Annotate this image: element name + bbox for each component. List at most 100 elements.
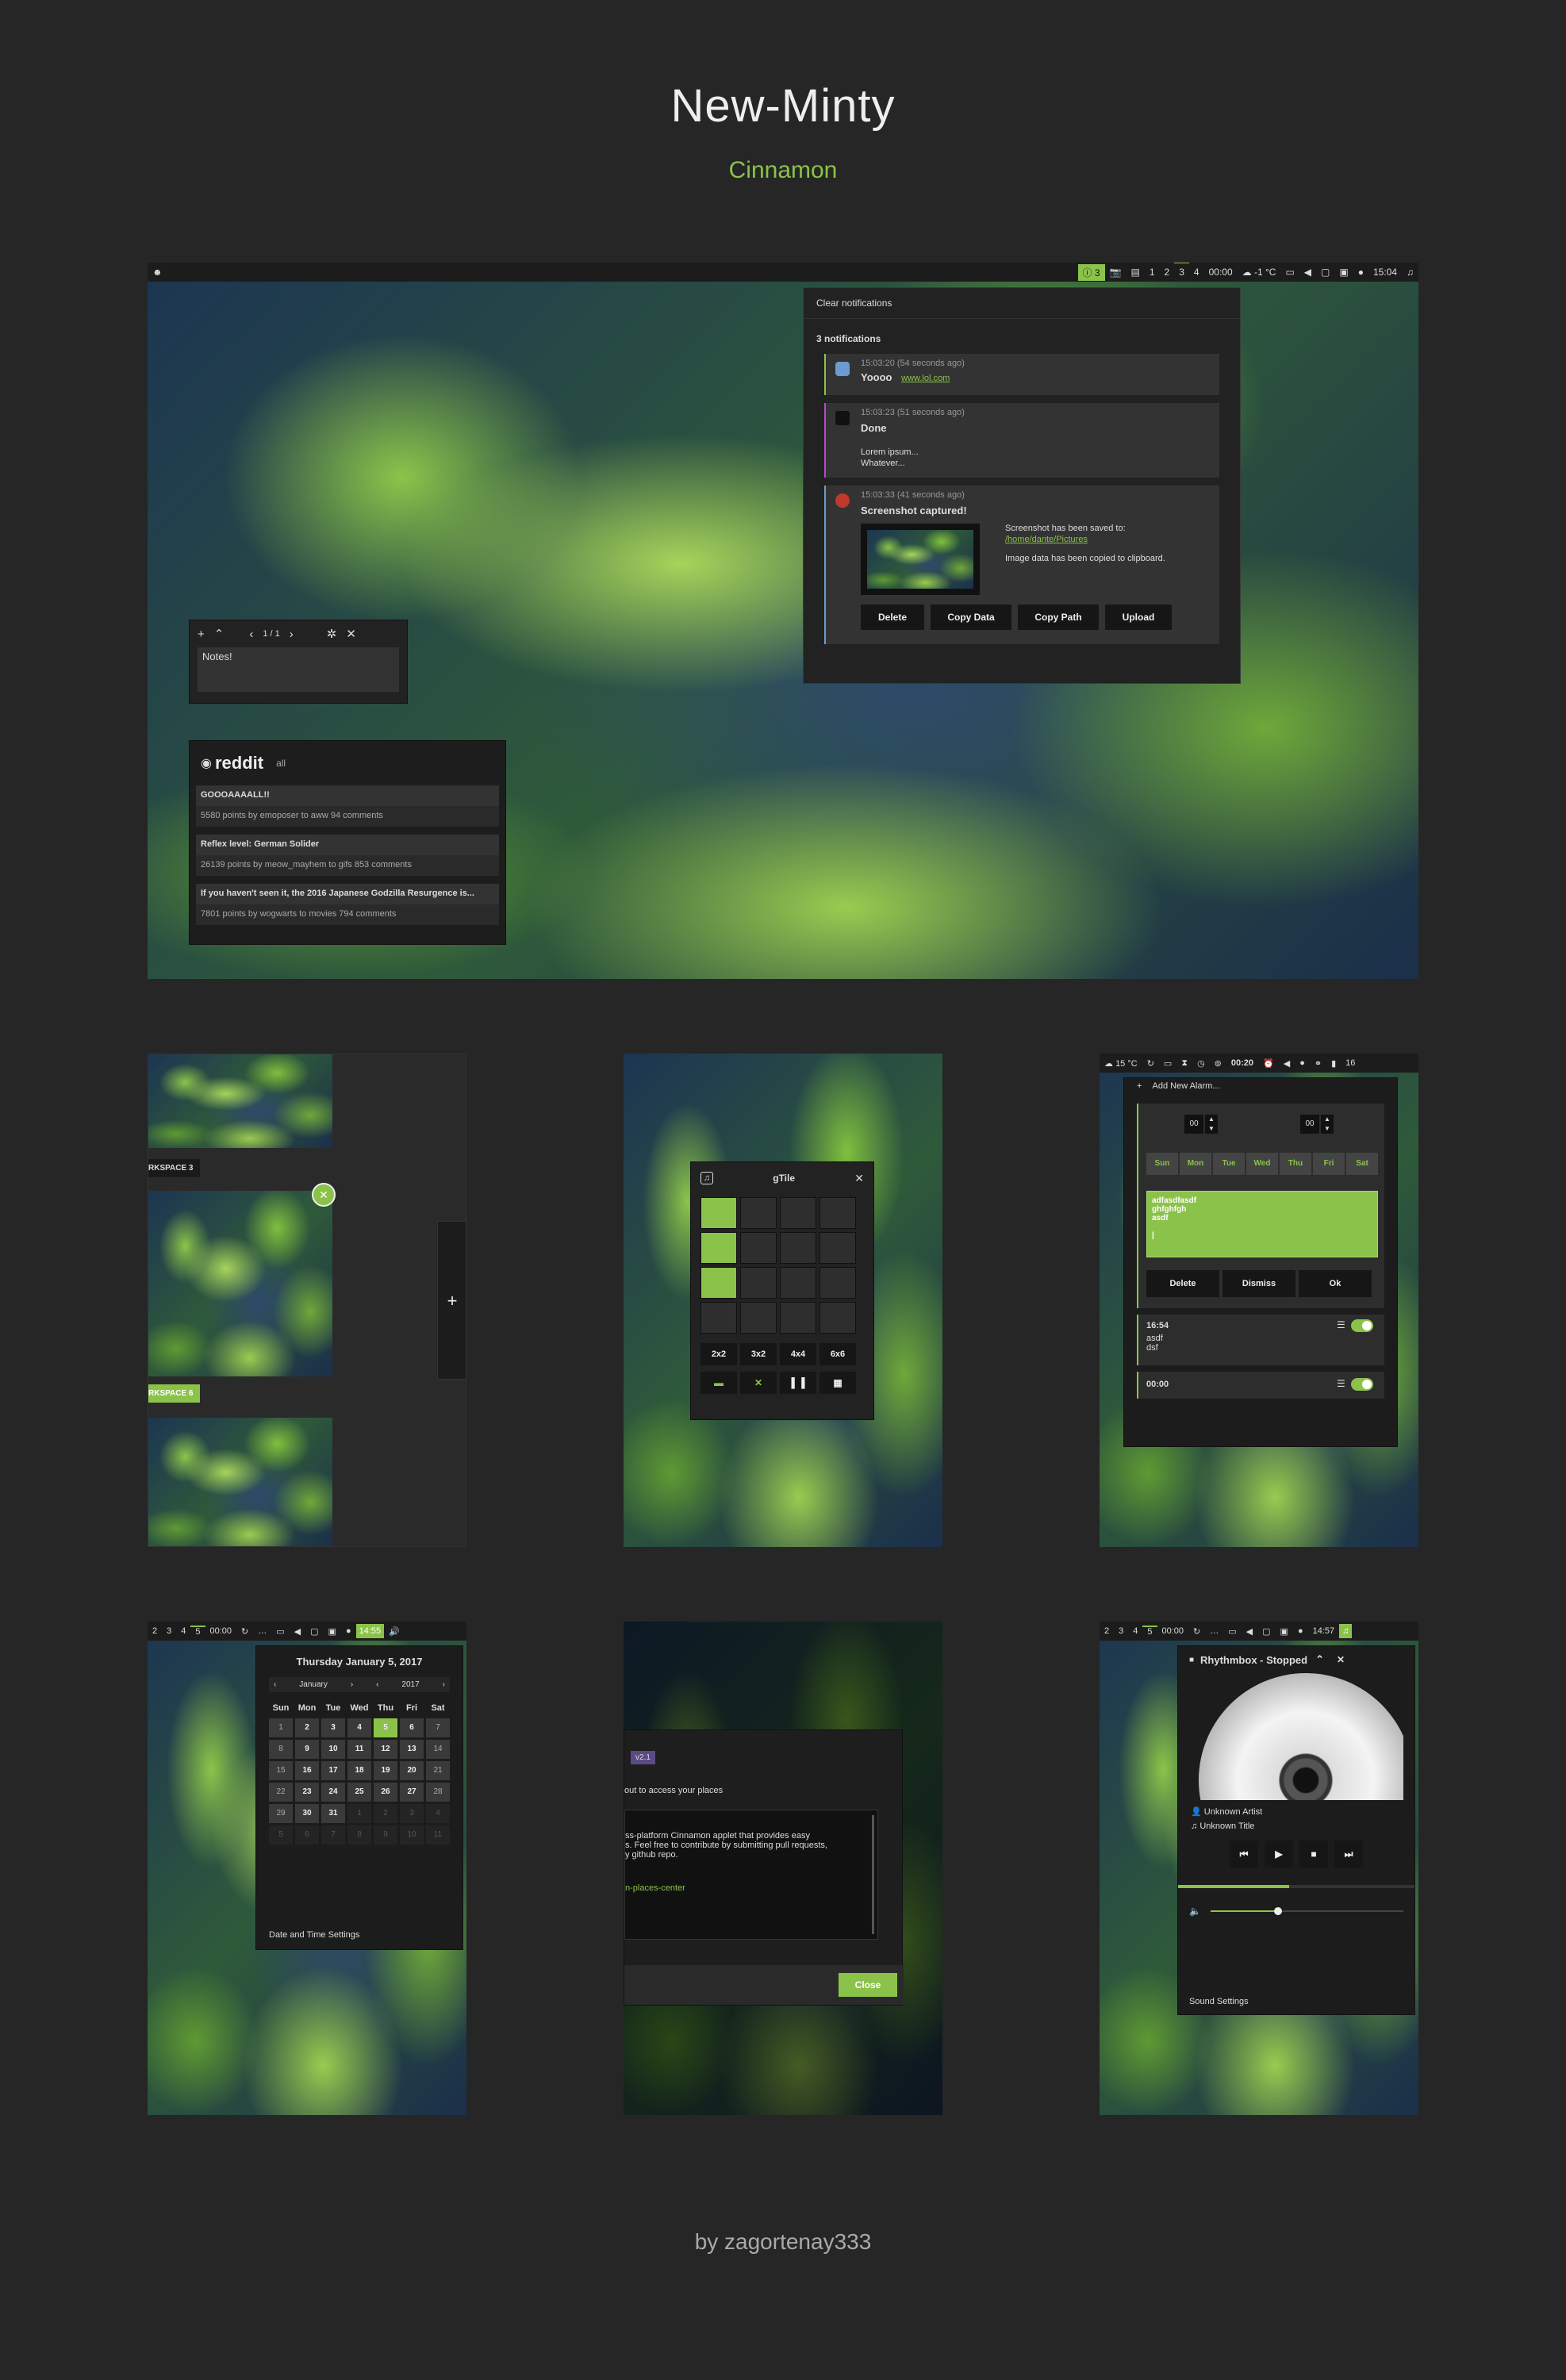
calendar-day[interactable]: 26 bbox=[374, 1783, 397, 1802]
clipboard-icon[interactable]: ▣ bbox=[1334, 267, 1353, 278]
close-icon[interactable]: ✕ bbox=[1337, 1654, 1345, 1665]
auto-tile-icon[interactable]: ▌▐ bbox=[780, 1372, 816, 1394]
arrow-left-icon[interactable]: ◀ bbox=[1242, 1626, 1257, 1637]
calendar-day[interactable]: 29 bbox=[269, 1804, 293, 1823]
calendar-day[interactable]: 21 bbox=[426, 1761, 450, 1780]
dismiss-button[interactable]: Dismiss bbox=[1222, 1270, 1295, 1297]
calendar-day[interactable]: 2 bbox=[295, 1718, 319, 1737]
workspace-5[interactable]: 5 bbox=[1142, 1626, 1157, 1637]
alarm-timer[interactable]: 00:20 bbox=[1226, 1058, 1258, 1068]
alarm-toggle[interactable] bbox=[1351, 1378, 1373, 1391]
workspace-2[interactable]: 2 bbox=[148, 1626, 162, 1636]
next-icon[interactable]: ⏭ bbox=[1334, 1841, 1363, 1868]
calendar-day[interactable]: 1 bbox=[347, 1804, 371, 1823]
spinner-arrows-icon[interactable]: ▲ ▼ bbox=[1205, 1115, 1218, 1134]
clock[interactable]: 15:04 bbox=[1368, 267, 1402, 278]
stop-button-icon[interactable]: ■ bbox=[1299, 1841, 1328, 1868]
workspace-2[interactable]: 2 bbox=[1160, 267, 1175, 278]
date-time-settings[interactable]: Date and Time Settings bbox=[269, 1930, 359, 1940]
clipboard-icon[interactable]: ▣ bbox=[1276, 1626, 1293, 1637]
gtile-cell[interactable] bbox=[819, 1197, 856, 1229]
notification-item[interactable]: 15:03:20 (54 seconds ago) Yoooo www.lol.… bbox=[824, 354, 1219, 395]
notification-applet[interactable]: ⓘ 3 bbox=[1077, 263, 1105, 281]
workspace-3[interactable]: 3 bbox=[1114, 1626, 1128, 1636]
arrow-left-icon[interactable]: ◀ bbox=[290, 1626, 305, 1637]
user-icon[interactable]: ● bbox=[341, 1626, 356, 1636]
prev-note-icon[interactable]: ‹ bbox=[249, 628, 253, 641]
play-icon[interactable]: ▶ bbox=[1265, 1841, 1293, 1868]
clipboard-icon[interactable]: ▣ bbox=[324, 1626, 341, 1637]
calendar-day[interactable]: 6 bbox=[400, 1718, 424, 1737]
add-alarm-row[interactable]: + Add New Alarm... bbox=[1124, 1078, 1397, 1097]
menu-icon[interactable]: ☰ bbox=[1337, 1378, 1345, 1389]
note-text-area[interactable]: Notes! bbox=[198, 647, 399, 692]
calendar-day[interactable]: 2 bbox=[374, 1804, 397, 1823]
delete-button[interactable]: Delete bbox=[1146, 1270, 1219, 1297]
day-toggle[interactable]: Wed bbox=[1246, 1153, 1278, 1175]
post-title[interactable]: GOOOAAAALL!! bbox=[196, 785, 499, 806]
link-icon[interactable]: ⚭ bbox=[1310, 1058, 1326, 1069]
refresh-icon[interactable]: ↻ bbox=[1142, 1058, 1159, 1069]
copy-data-button[interactable]: Copy Data bbox=[931, 605, 1011, 630]
close-icon[interactable]: ✕ bbox=[854, 1172, 864, 1185]
user-icon[interactable]: ● bbox=[1353, 267, 1368, 278]
calendar-day[interactable]: 9 bbox=[374, 1825, 397, 1844]
close-icon[interactable]: ✕ bbox=[346, 627, 356, 641]
notification-item[interactable]: 15:03:33 (41 seconds ago) Screenshot cap… bbox=[824, 486, 1219, 644]
prev-month-icon[interactable]: ‹ bbox=[274, 1680, 276, 1689]
ok-button[interactable]: Ok bbox=[1299, 1270, 1372, 1297]
screenshot-icon[interactable]: 📷 bbox=[1105, 267, 1127, 278]
gtile-cell[interactable] bbox=[740, 1197, 777, 1229]
volume-icon[interactable]: 🔊 bbox=[384, 1626, 405, 1637]
ellipsis-icon[interactable]: … bbox=[253, 1626, 271, 1636]
weather-applet[interactable]: ☁ 15 °C bbox=[1100, 1058, 1142, 1069]
preset-2x2-button[interactable]: 2x2 bbox=[700, 1343, 737, 1365]
notification-link[interactable]: www.lol.com bbox=[901, 374, 950, 383]
day-toggle[interactable]: Sun bbox=[1146, 1153, 1178, 1175]
calendar-day[interactable]: 11 bbox=[347, 1740, 371, 1759]
folder-icon[interactable]: ▬ bbox=[700, 1372, 737, 1394]
calendar-day[interactable]: 16 bbox=[295, 1761, 319, 1780]
menu-icon[interactable]: ☻ bbox=[148, 267, 167, 278]
timer-readout[interactable]: 00:00 bbox=[1157, 1626, 1189, 1636]
calendar-day[interactable]: 5 bbox=[269, 1825, 293, 1844]
calendar-day[interactable]: 27 bbox=[400, 1783, 424, 1802]
calendar-day[interactable]: 19 bbox=[374, 1761, 397, 1780]
preset-3x2-button[interactable]: 3x2 bbox=[740, 1343, 777, 1365]
gtile-cell[interactable] bbox=[700, 1197, 737, 1229]
clock[interactable]: 14:57 bbox=[1308, 1626, 1340, 1636]
refresh-icon[interactable]: ↻ bbox=[1188, 1626, 1205, 1637]
workspace-3[interactable]: 3 bbox=[1174, 263, 1189, 282]
calendar-day[interactable]: 8 bbox=[269, 1740, 293, 1759]
timer-readout[interactable]: 00:00 bbox=[1204, 267, 1238, 278]
hour-spinner[interactable]: 00 ▲ ▼ bbox=[1184, 1115, 1218, 1134]
preset-6x6-button[interactable]: 6x6 bbox=[819, 1343, 856, 1365]
calendar-day[interactable]: 20 bbox=[400, 1761, 424, 1780]
workspace-3[interactable]: 3 bbox=[162, 1626, 176, 1636]
prev-year-icon[interactable]: ‹ bbox=[376, 1680, 378, 1689]
gtile-cell[interactable] bbox=[780, 1302, 816, 1334]
music-icon[interactable]: ♫ bbox=[1402, 267, 1418, 278]
clear-notifications[interactable]: Clear notifications bbox=[804, 288, 1240, 319]
calendar-day[interactable]: 31 bbox=[321, 1804, 345, 1823]
calendar-day[interactable]: 7 bbox=[321, 1825, 345, 1844]
lock-icon[interactable]: ⊚ bbox=[1210, 1058, 1226, 1069]
user-icon[interactable]: ● bbox=[1295, 1058, 1310, 1068]
next-note-icon[interactable]: › bbox=[290, 628, 294, 641]
workspace-5[interactable]: 5 bbox=[190, 1626, 205, 1637]
window-icon[interactable]: ▢ bbox=[305, 1626, 323, 1637]
calendar-day[interactable]: 22 bbox=[269, 1783, 293, 1802]
reddit-post[interactable]: If you haven't seen it, the 2016 Japanes… bbox=[196, 884, 499, 925]
gtile-cell[interactable] bbox=[780, 1197, 816, 1229]
folder-icon[interactable]: ▭ bbox=[1280, 267, 1299, 278]
reddit-post[interactable]: GOOOAAAALL!! 5580 points by emoposer to … bbox=[196, 785, 499, 827]
alarm-item[interactable]: 16:54 asdf dsf ☰ bbox=[1137, 1315, 1384, 1365]
calendar-day[interactable]: 17 bbox=[321, 1761, 345, 1780]
calendar-day[interactable]: 3 bbox=[321, 1718, 345, 1737]
calendar-day[interactable]: 23 bbox=[295, 1783, 319, 1802]
workspace-4[interactable]: 4 bbox=[1189, 267, 1204, 278]
volume-slider[interactable] bbox=[1210, 1907, 1403, 1915]
next-year-icon[interactable]: › bbox=[443, 1680, 445, 1689]
spinner-arrows-icon[interactable]: ▲ ▼ bbox=[1321, 1115, 1334, 1134]
chevron-up-icon[interactable]: ⌃ bbox=[1315, 1653, 1324, 1666]
